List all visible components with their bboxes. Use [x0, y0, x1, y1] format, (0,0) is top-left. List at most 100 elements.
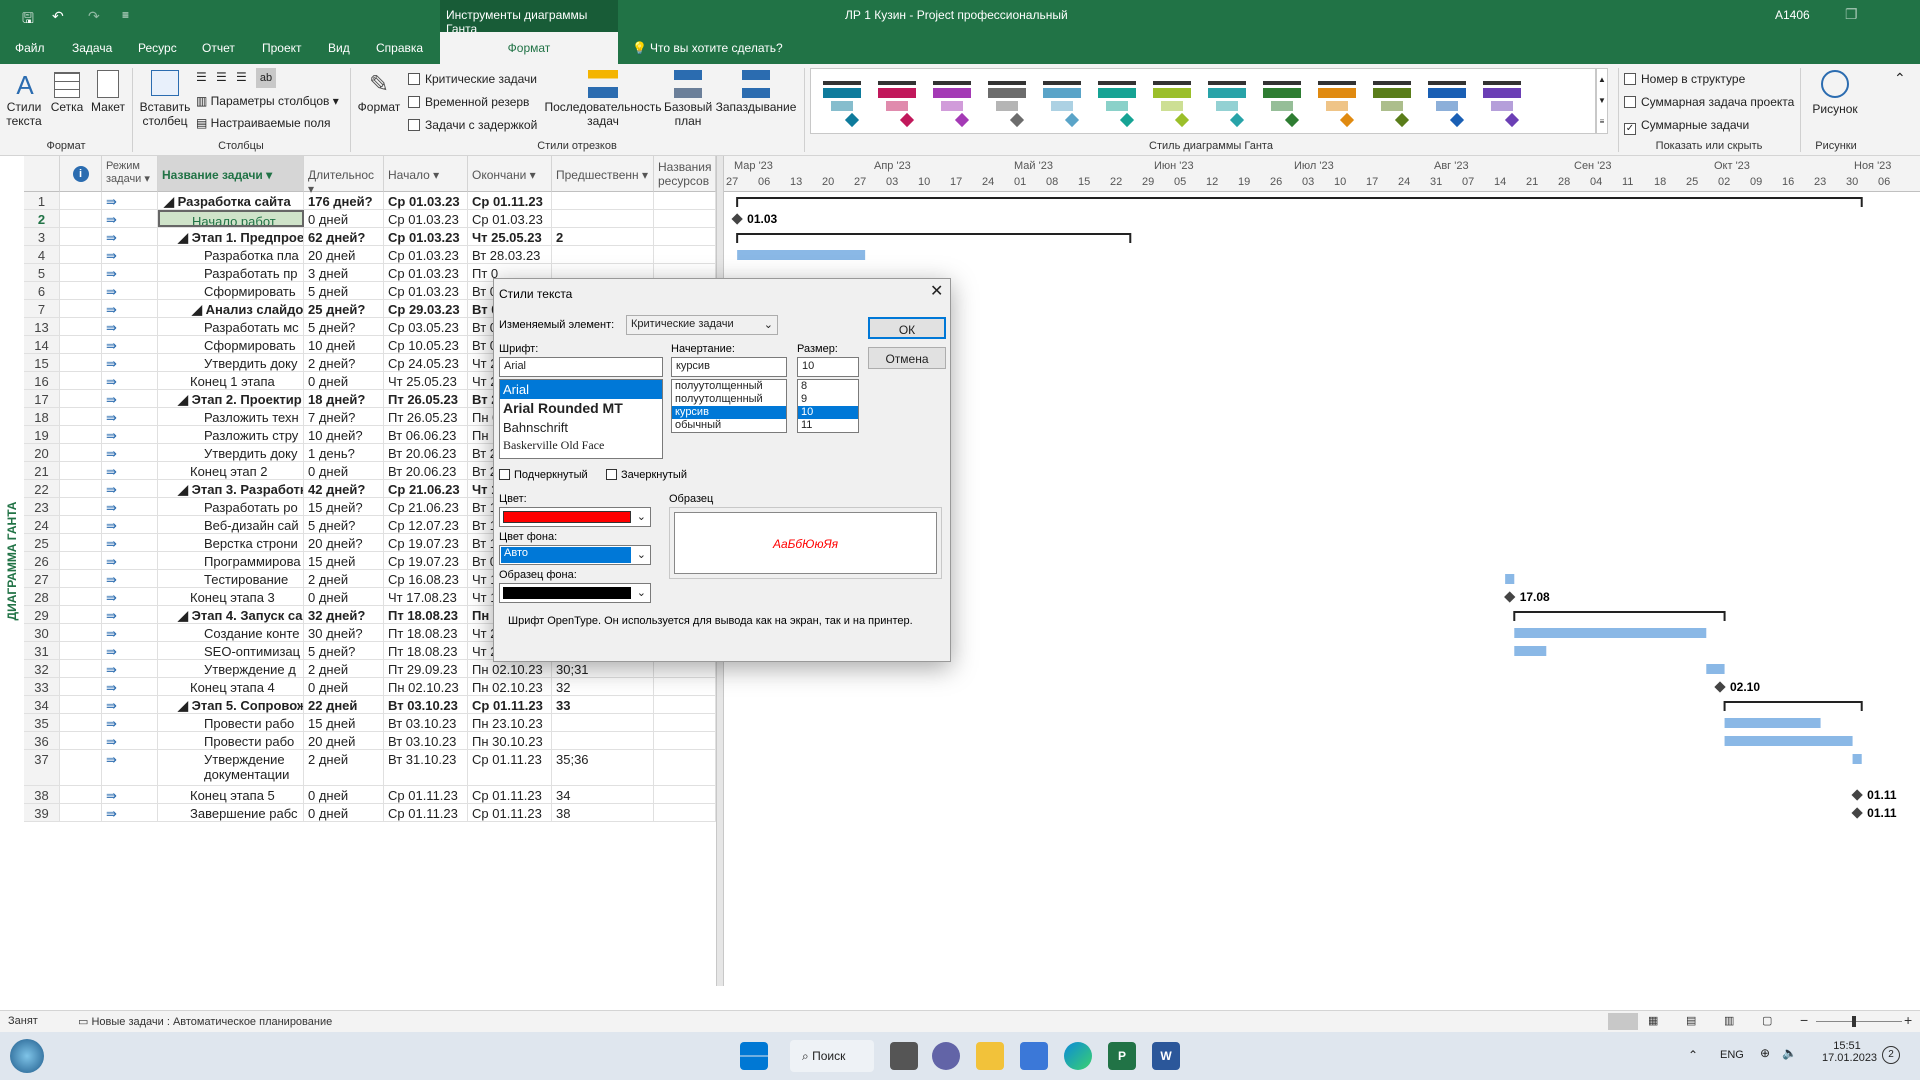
font-list[interactable]: Arial Arial Rounded MT Bahnschrift Baske… — [499, 379, 663, 459]
finish-cell[interactable]: Пн 23.10.23 — [468, 714, 552, 731]
gantt-style-option[interactable] — [927, 77, 977, 128]
predecessors-cell[interactable] — [552, 246, 654, 263]
task-mode-cell[interactable]: ⇛ — [102, 804, 158, 821]
task-name-cell[interactable]: Утвердить доку — [158, 444, 304, 461]
start-cell[interactable]: Ср 21.06.23 — [384, 498, 468, 515]
table-row[interactable]: 35 ⇛ Провести рабо 15 дней Вт 03.10.23 Пн 23.… — [24, 714, 716, 732]
task-name-cell[interactable]: Сформировать — [158, 282, 304, 299]
indicators-cell[interactable] — [60, 354, 102, 371]
indicators-cell[interactable] — [60, 264, 102, 281]
indicators-cell[interactable] — [60, 192, 102, 209]
task-name-cell[interactable]: Создание конте — [158, 624, 304, 641]
task-mode-cell[interactable]: ⇛ — [102, 696, 158, 713]
start-cell[interactable]: Пт 26.05.23 — [384, 390, 468, 407]
font-option[interactable]: Arial — [500, 380, 662, 399]
indicators-cell[interactable] — [60, 246, 102, 263]
indicators-cell[interactable] — [60, 696, 102, 713]
finish-cell[interactable]: Вт 28.03.23 — [468, 246, 552, 263]
indicators-cell[interactable] — [60, 570, 102, 587]
row-number-cell[interactable]: 21 — [24, 462, 60, 479]
resources-cell[interactable] — [654, 192, 716, 209]
format-button[interactable]: ✎ Формат — [356, 70, 402, 114]
duration-cell[interactable]: 0 дней — [304, 462, 384, 479]
picture-button[interactable]: Рисунок — [1808, 70, 1862, 116]
indicators-cell[interactable] — [60, 714, 102, 731]
size-option[interactable]: 10 — [798, 406, 858, 419]
row-number-cell[interactable]: 19 — [24, 426, 60, 443]
indicators-cell[interactable] — [60, 606, 102, 623]
gantt-style-option[interactable] — [1367, 77, 1417, 128]
menu-file[interactable]: Файл — [15, 41, 45, 55]
row-number-cell[interactable]: 31 — [24, 642, 60, 659]
task-name-cell[interactable]: Конец этапа 5 — [158, 786, 304, 803]
row-number-cell[interactable]: 16 — [24, 372, 60, 389]
task-name-cell[interactable]: Утвердить доку — [158, 354, 304, 371]
start-cell[interactable]: Вт 06.06.23 — [384, 426, 468, 443]
duration-cell[interactable]: 2 дней? — [304, 354, 384, 371]
row-number-cell[interactable]: 37 — [24, 750, 60, 785]
gantt-style-option[interactable] — [1257, 77, 1307, 128]
underline-checkbox[interactable]: Подчеркнутый — [499, 469, 588, 481]
row-number-cell[interactable]: 29 — [24, 606, 60, 623]
gantt-style-option[interactable] — [1202, 77, 1252, 128]
pin-icon[interactable]: ⌃ — [1894, 70, 1906, 87]
mode-column-header[interactable]: Режим задачи ▾ — [102, 156, 158, 192]
indicators-cell[interactable] — [60, 300, 102, 317]
table-row[interactable]: 36 ⇛ Провести рабо 20 дней Вт 03.10.23 Пн 30.… — [24, 732, 716, 750]
start-cell[interactable]: Вт 03.10.23 — [384, 696, 468, 713]
task-mode-cell[interactable]: ⇛ — [102, 228, 158, 245]
finish-cell[interactable]: Ср 01.11.23 — [468, 786, 552, 803]
task-name-cell[interactable]: Разработать пр — [158, 264, 304, 281]
indicators-cell[interactable] — [60, 804, 102, 821]
duration-cell[interactable]: 0 дней — [304, 804, 384, 821]
task-name-cell[interactable]: Конец этапа 4 — [158, 678, 304, 695]
resources-cell[interactable] — [654, 660, 716, 677]
resources-cell[interactable] — [654, 696, 716, 713]
indicators-cell[interactable] — [60, 480, 102, 497]
style-option[interactable]: курсив — [672, 406, 786, 419]
start-cell[interactable]: Ср 01.11.23 — [384, 804, 468, 821]
task-name-cell[interactable]: Разложить стру — [158, 426, 304, 443]
start-cell[interactable]: Ср 24.05.23 — [384, 354, 468, 371]
task-mode-cell[interactable]: ⇛ — [102, 786, 158, 803]
menu-report[interactable]: Отчет — [202, 41, 235, 55]
gallery-scroll[interactable]: ▲ ▼ ≡ — [1596, 68, 1608, 134]
zoom-in-icon[interactable]: + — [1904, 1012, 1912, 1028]
task-mode-cell[interactable]: ⇛ — [102, 570, 158, 587]
task-name-cell[interactable]: Конец этап 2 — [158, 462, 304, 479]
indicators-cell[interactable] — [60, 372, 102, 389]
indicators-cell[interactable] — [60, 552, 102, 569]
duration-cell[interactable]: 20 дней — [304, 732, 384, 749]
duration-cell[interactable]: 5 дней? — [304, 642, 384, 659]
task-mode-cell[interactable]: ⇛ — [102, 282, 158, 299]
task-mode-cell[interactable]: ⇛ — [102, 318, 158, 335]
predecessors-cell[interactable] — [552, 714, 654, 731]
duration-cell[interactable]: 25 дней? — [304, 300, 384, 317]
start-cell[interactable]: Чт 25.05.23 — [384, 372, 468, 389]
gantt-style-option[interactable] — [982, 77, 1032, 128]
duration-cell[interactable]: 5 дней? — [304, 516, 384, 533]
row-number-cell[interactable]: 24 — [24, 516, 60, 533]
resources-cell[interactable] — [654, 210, 716, 227]
undo-icon[interactable]: ↶ — [52, 8, 64, 25]
customize-qat-icon[interactable]: ≡ — [122, 8, 129, 22]
duration-cell[interactable]: 7 дней? — [304, 408, 384, 425]
row-number-cell[interactable]: 15 — [24, 354, 60, 371]
zoom-thumb[interactable] — [1852, 1016, 1856, 1027]
column-settings-button[interactable]: ▥ Параметры столбцов ▾ — [196, 94, 339, 108]
table-row[interactable]: 3 ⇛ ◢ Этап 1. Предпрое 62 дней? Ср 01.03.23 Ч… — [24, 228, 716, 246]
word-app-icon[interactable]: W — [1152, 1042, 1180, 1070]
duration-cell[interactable]: 0 дней — [304, 588, 384, 605]
language-indicator[interactable]: ENG — [1720, 1049, 1744, 1061]
teams-icon[interactable] — [932, 1042, 960, 1070]
finish-cell[interactable]: Ср 01.03.23 — [468, 210, 552, 227]
network-icon[interactable]: ⊕ — [1760, 1046, 1770, 1060]
zoom-slider[interactable] — [1816, 1021, 1902, 1022]
start-cell[interactable]: Ср 29.03.23 — [384, 300, 468, 317]
start-cell[interactable]: Пт 18.08.23 — [384, 606, 468, 623]
row-number-cell[interactable]: 26 — [24, 552, 60, 569]
close-icon[interactable]: ✕ — [930, 281, 943, 301]
start-cell[interactable]: Ср 03.05.23 — [384, 318, 468, 335]
table-row[interactable]: 32 ⇛ Утверждение д2 дней Пт 29.09.23 Пн 02.1… — [24, 660, 716, 678]
row-number-cell[interactable]: 17 — [24, 390, 60, 407]
